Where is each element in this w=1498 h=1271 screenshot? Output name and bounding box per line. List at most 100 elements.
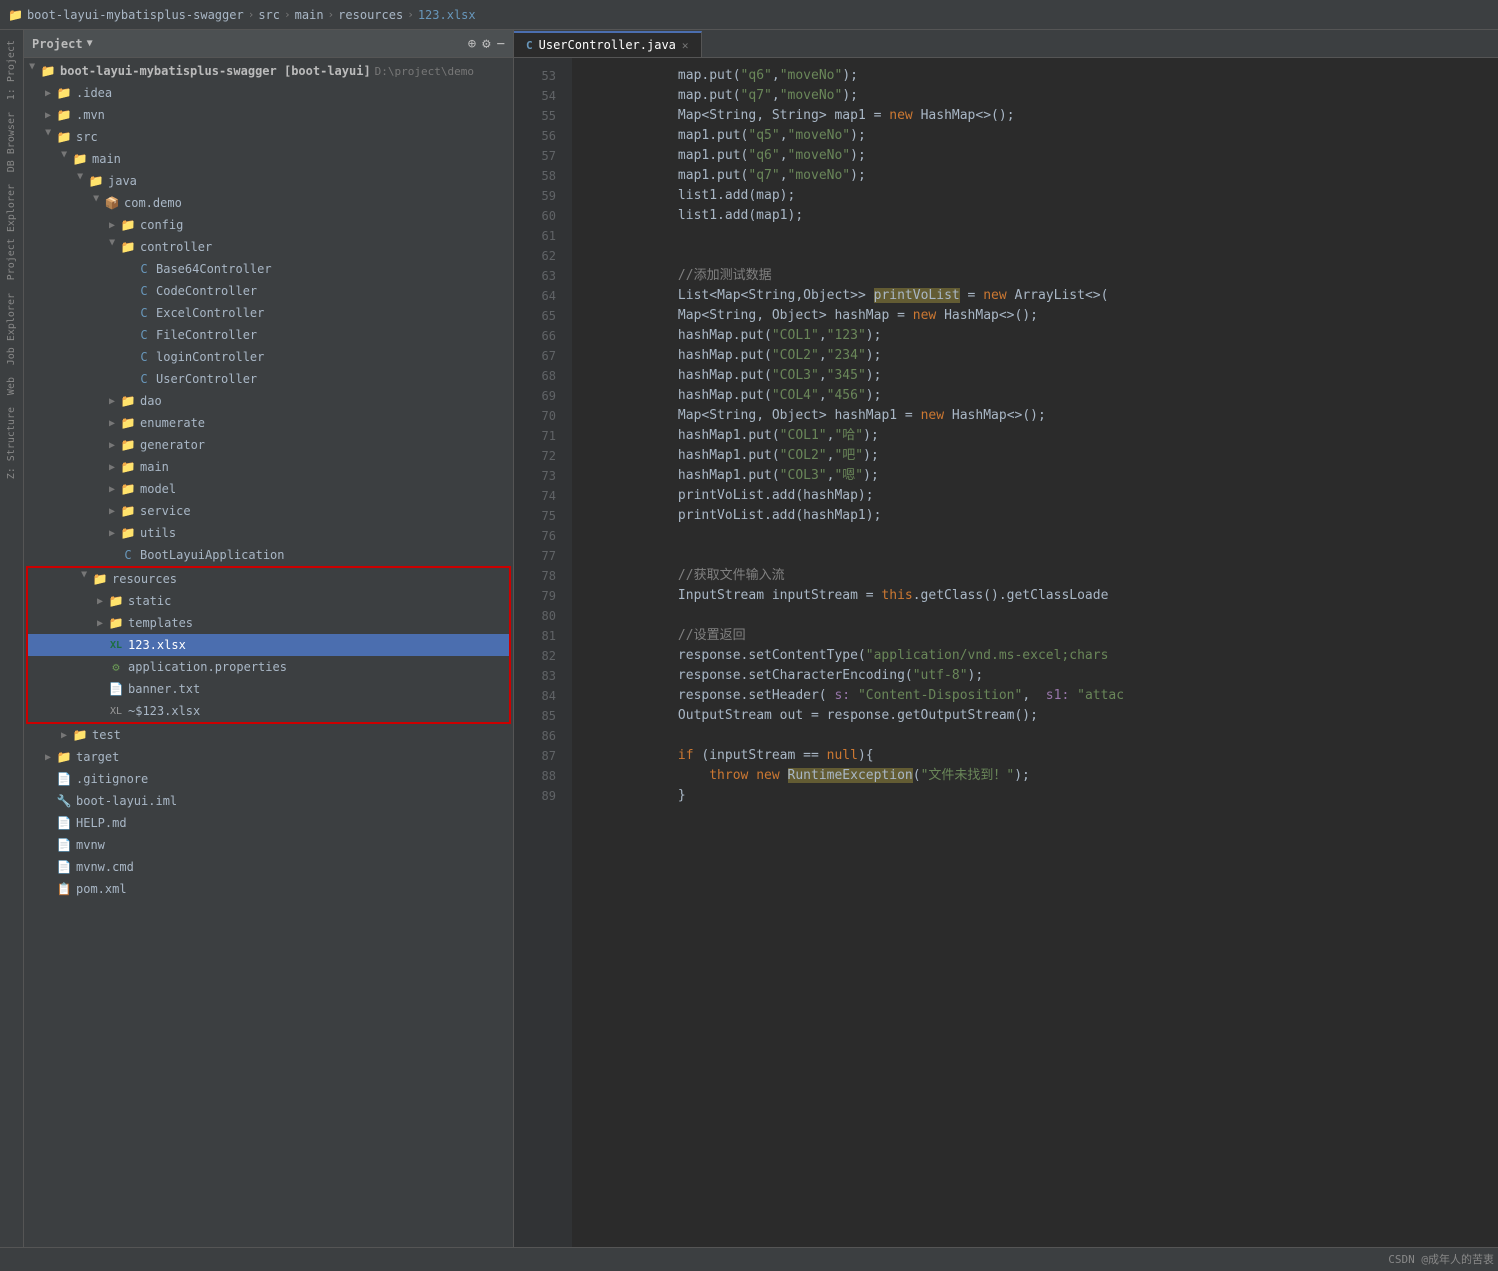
tree-arrow-src: ▶ xyxy=(43,129,54,145)
tree-item-iml[interactable]: ▶ 🔧 boot-layui.iml xyxy=(24,790,513,812)
code-gutter xyxy=(564,58,572,1247)
folder-icon-main2: 📁 xyxy=(120,459,136,475)
code-line-72: hashMap1.put("COL2","吧"); xyxy=(584,446,1498,466)
xml-icon-pom: 📋 xyxy=(56,881,72,897)
tree-item-main2[interactable]: ▶ 📁 main xyxy=(24,456,513,478)
tree-item-base64ctrl[interactable]: ▶ C Base64Controller xyxy=(24,258,513,280)
tree-item-mvnwcmd[interactable]: ▶ 📄 mvnw.cmd xyxy=(24,856,513,878)
sidebar-tab-web[interactable]: Web xyxy=(3,371,20,401)
tree-item-bootapp[interactable]: ▶ C BootLayuiApplication xyxy=(24,544,513,566)
code-line-86 xyxy=(584,726,1498,746)
panel-actions: ⊕ ⚙ − xyxy=(468,37,505,51)
tree-item-comdemo[interactable]: ▶ 📦 com.demo xyxy=(24,192,513,214)
code-line-75: printVoList.add(hashMap1); xyxy=(584,506,1498,526)
tree-item-loginctrl[interactable]: ▶ C loginController xyxy=(24,346,513,368)
tree-item-enumerate[interactable]: ▶ 📁 enumerate xyxy=(24,412,513,434)
tree-item-utils[interactable]: ▶ 📁 utils xyxy=(24,522,513,544)
tree-item-java[interactable]: ▶ 📁 java xyxy=(24,170,513,192)
sidebar-tab-db[interactable]: DB Browser xyxy=(3,106,20,178)
code-line-79: InputStream inputStream = this.getClass(… xyxy=(584,586,1498,606)
code-content[interactable]: map.put("q6","moveNo"); map.put("q7","mo… xyxy=(572,58,1498,1247)
panel-dropdown-icon[interactable]: ▼ xyxy=(87,38,93,49)
tree-item-resources[interactable]: ▶ 📁 resources xyxy=(28,568,509,590)
tree-item-userctrl[interactable]: ▶ C UserController xyxy=(24,368,513,390)
code-line-81: //设置返回 xyxy=(584,626,1498,646)
code-line-89: } xyxy=(584,786,1498,806)
code-line-66: hashMap.put("COL1","123"); xyxy=(584,326,1498,346)
tree-item-config[interactable]: ▶ 📁 config xyxy=(24,214,513,236)
tree-label-controller: controller xyxy=(140,240,212,254)
tree-label-dao: dao xyxy=(140,394,162,408)
panel-settings-btn[interactable]: ⚙ xyxy=(482,37,490,51)
tab-close-usercontroller[interactable]: ✕ xyxy=(682,39,689,52)
breadcrumb: 📁 boot-layui-mybatisplus-swagger › src ›… xyxy=(8,8,476,22)
tree-item-controller[interactable]: ▶ 📁 controller xyxy=(24,236,513,258)
tree-root[interactable]: ▶ 📁 boot-layui-mybatisplus-swagger [boot… xyxy=(24,60,513,82)
tree-item-mvn[interactable]: ▶ 📁 .mvn xyxy=(24,104,513,126)
panel-title: Project ▼ xyxy=(32,37,93,51)
breadcrumb-resources[interactable]: resources xyxy=(338,8,403,22)
tree-label-userctrl: UserController xyxy=(156,372,257,386)
tree-item-service[interactable]: ▶ 📁 service xyxy=(24,500,513,522)
breadcrumb-project[interactable]: boot-layui-mybatisplus-swagger xyxy=(27,8,244,22)
tree-item-src[interactable]: ▶ 📁 src xyxy=(24,126,513,148)
folder-icon-dao: 📁 xyxy=(120,393,136,409)
tree-item-dao[interactable]: ▶ 📁 dao xyxy=(24,390,513,412)
folder-icon-src: 📁 xyxy=(56,129,72,145)
tab-label-usercontroller: UserController.java xyxy=(539,38,676,52)
sidebar-tab-project[interactable]: 1: Project xyxy=(3,34,20,106)
tree-item-model[interactable]: ▶ 📁 model xyxy=(24,478,513,500)
tree-item-tmp123xlsx[interactable]: ▶ XL ~$123.xlsx xyxy=(28,700,509,722)
sidebar-tab-explorer[interactable]: Project Explorer xyxy=(3,178,20,286)
tree-item-gitignore[interactable]: ▶ 📄 .gitignore xyxy=(24,768,513,790)
code-line-63: //添加测试数据 xyxy=(584,266,1498,286)
tree-item-generator[interactable]: ▶ 📁 generator xyxy=(24,434,513,456)
folder-icon-config: 📁 xyxy=(120,217,136,233)
code-line-70: Map<String, Object> hashMap1 = new HashM… xyxy=(584,406,1498,426)
tree-label-main: main xyxy=(92,152,121,166)
tree-item-helpmd[interactable]: ▶ 📄 HELP.md xyxy=(24,812,513,834)
tab-icon-java: C xyxy=(526,39,533,52)
tree-item-appprops[interactable]: ▶ ⚙ application.properties xyxy=(28,656,509,678)
panel-locate-btn[interactable]: ⊕ xyxy=(468,37,476,51)
txt-icon-helpmd: 📄 xyxy=(56,815,72,831)
tree-label-gitignore: .gitignore xyxy=(76,772,148,786)
breadcrumb-main[interactable]: main xyxy=(295,8,324,22)
sidebar-tab-structure[interactable]: Z: Structure xyxy=(3,401,20,485)
txt-icon-mvnw: 📄 xyxy=(56,837,72,853)
tree-arrow-root: ▶ xyxy=(27,63,38,79)
tree-label-mvn: .mvn xyxy=(76,108,105,122)
breadcrumb-file[interactable]: 123.xlsx xyxy=(418,8,476,22)
sidebar-tab-job[interactable]: Job Explorer xyxy=(3,287,20,371)
tree-item-pomxml[interactable]: ▶ 📋 pom.xml xyxy=(24,878,513,900)
folder-icon-mvn: 📁 xyxy=(56,107,72,123)
code-line-71: hashMap1.put("COL1","哈"); xyxy=(584,426,1498,446)
tree-label-helpmd: HELP.md xyxy=(76,816,127,830)
tree-item-templates[interactable]: ▶ 📁 templates xyxy=(28,612,509,634)
code-line-65: Map<String, Object> hashMap = new HashMa… xyxy=(584,306,1498,326)
tree-item-static[interactable]: ▶ 📁 static xyxy=(28,590,509,612)
code-line-67: hashMap.put("COL2","234"); xyxy=(584,346,1498,366)
tree-item-codectrl[interactable]: ▶ C CodeController xyxy=(24,280,513,302)
tree-item-123xlsx[interactable]: ▶ XL 123.xlsx xyxy=(28,634,509,656)
breadcrumb-src[interactable]: src xyxy=(258,8,280,22)
gutter-marker-87 xyxy=(564,58,572,78)
tree-item-idea[interactable]: ▶ 📁 .idea xyxy=(24,82,513,104)
tree-label-pomxml: pom.xml xyxy=(76,882,127,896)
code-line-82: response.setContentType("application/vnd… xyxy=(584,646,1498,666)
tree-label-java: java xyxy=(108,174,137,188)
code-line-61 xyxy=(584,226,1498,246)
class-icon-excel: C xyxy=(136,305,152,321)
tree-item-excelctrl[interactable]: ▶ C ExcelController xyxy=(24,302,513,324)
panel-close-btn[interactable]: − xyxy=(497,37,505,51)
tree-item-bannertxt[interactable]: ▶ 📄 banner.txt xyxy=(28,678,509,700)
tree-item-filectrl[interactable]: ▶ C FileController xyxy=(24,324,513,346)
tree-item-target[interactable]: ▶ 📁 target xyxy=(24,746,513,768)
tree-item-test[interactable]: ▶ 📁 test xyxy=(24,724,513,746)
tree-item-main[interactable]: ▶ 📁 main xyxy=(24,148,513,170)
tree-item-mvnw[interactable]: ▶ 📄 mvnw xyxy=(24,834,513,856)
tab-usercontroller[interactable]: C UserController.java ✕ xyxy=(514,31,702,57)
tree-label-config: config xyxy=(140,218,183,232)
tree-label-codectrl: CodeController xyxy=(156,284,257,298)
tree-arrow-enumerate: ▶ xyxy=(104,418,120,429)
